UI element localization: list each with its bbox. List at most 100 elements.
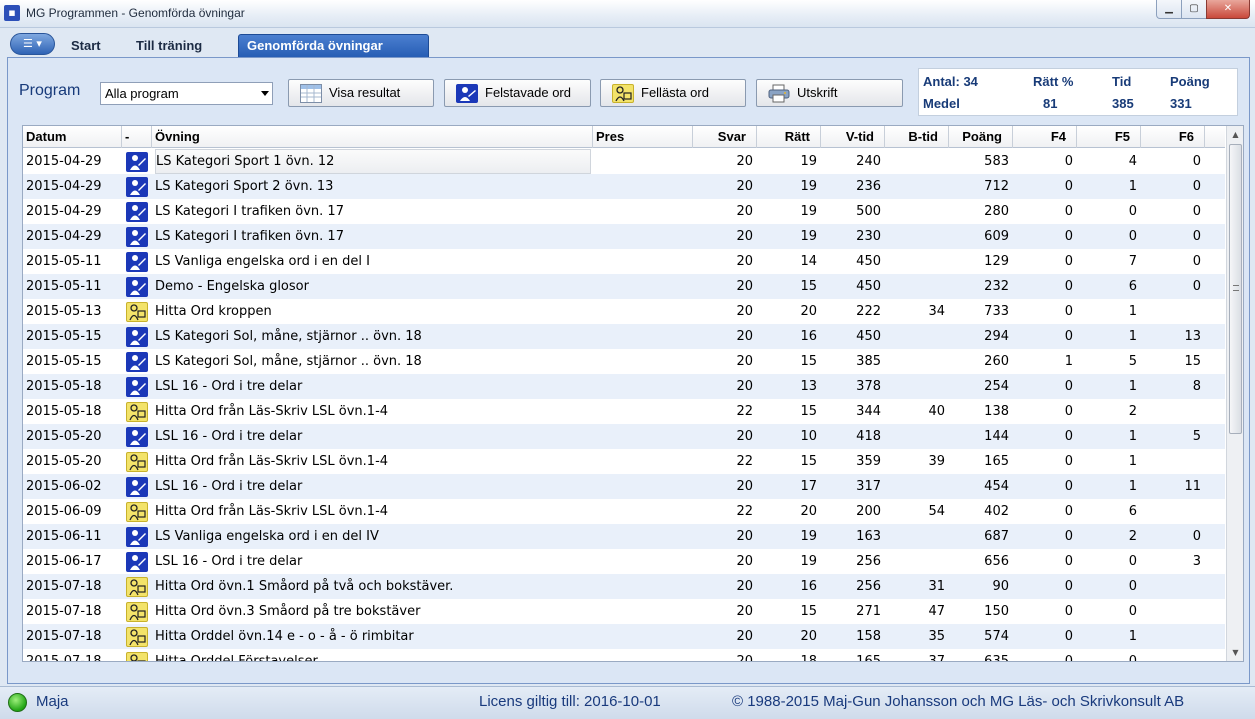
- cell-f5: 6: [1128, 279, 1137, 294]
- column-header-poang[interactable]: Poäng: [949, 126, 1013, 148]
- results-table[interactable]: Datum - Övning Pres Svar Rätt V-tid B-ti…: [22, 125, 1244, 662]
- status-bar: Maja Licens giltig till: 2016-10-01 © 19…: [0, 686, 1255, 719]
- cell-ratt: 15: [800, 279, 817, 294]
- cell-ovning: Hitta Orddel övn.14 e - o - å - ö rimbit…: [155, 629, 414, 644]
- column-header-pres[interactable]: Pres: [593, 126, 693, 148]
- table-row[interactable]: 2015-05-11 Demo - Engelska glosor 20 15 450 2…: [23, 274, 1225, 299]
- cell-f4: 0: [1064, 179, 1073, 194]
- table-row[interactable]: 2015-04-29 LS Kategori Sport 1 övn. 12 20 1…: [23, 149, 1225, 174]
- column-header-f4[interactable]: F4: [1013, 126, 1077, 148]
- table-row[interactable]: 2015-04-29 LS Kategori I trafiken övn. 17…: [23, 224, 1225, 249]
- table-row[interactable]: 2015-05-20 LSL 16 - Ord i tre delar 20 10 41…: [23, 424, 1225, 449]
- column-header-ratt[interactable]: Rätt: [757, 126, 821, 148]
- cell-poang: 574: [984, 629, 1009, 644]
- table-row[interactable]: 2015-05-15 LS Kategori Sol, måne, stjärno…: [23, 324, 1225, 349]
- column-header-datum[interactable]: Datum: [23, 126, 122, 148]
- fellasta-ord-button[interactable]: Fellästa ord: [600, 79, 746, 107]
- cell-f6: [1141, 499, 1201, 524]
- table-row[interactable]: 2015-05-13 Hitta Ord kroppen 20 20 222 34 733 0…: [23, 299, 1225, 324]
- column-header-ovning[interactable]: Övning: [152, 126, 593, 148]
- table-row[interactable]: 2015-05-15 LS Kategori Sol, måne, stjärno…: [23, 349, 1225, 374]
- table-row[interactable]: 2015-05-11 LS Vanliga engelska ord i en d…: [23, 249, 1225, 274]
- cell-svar: 20: [736, 254, 753, 269]
- cell-f5: 0: [1128, 654, 1137, 662]
- table-row[interactable]: 2015-07-18 Hitta Orddel Förstavelser 20 18 1…: [23, 649, 1225, 662]
- vertical-scrollbar[interactable]: ▲ ▼: [1226, 126, 1243, 661]
- medel-label: Medel: [923, 96, 960, 111]
- cell-b-tid: [885, 349, 945, 374]
- cell-f4: 0: [1064, 454, 1073, 469]
- felstavade-ord-label: Felstavade ord: [485, 85, 571, 100]
- cell-v-tid: 236: [856, 179, 881, 194]
- close-button[interactable]: ✕: [1206, 0, 1250, 19]
- cell-pres: [596, 374, 692, 399]
- column-header-type[interactable]: -: [122, 126, 152, 148]
- cell-f6: 8: [1192, 379, 1201, 394]
- writing-exercise-icon: [126, 377, 148, 397]
- visa-resultat-button[interactable]: Visa resultat: [288, 79, 434, 107]
- column-header-b-tid[interactable]: B-tid: [885, 126, 949, 148]
- writing-exercise-icon: [126, 202, 148, 222]
- cell-ovning: LSL 16 - Ord i tre delar: [155, 479, 303, 494]
- table-row[interactable]: 2015-05-18 Hitta Ord från Läs-Skriv LSL ö…: [23, 399, 1225, 424]
- table-row[interactable]: 2015-04-29 LS Kategori I trafiken övn. 17…: [23, 199, 1225, 224]
- table-row[interactable]: 2015-05-20 Hitta Ord från Läs-Skriv LSL ö…: [23, 449, 1225, 474]
- reading-person-yellow-icon: [612, 84, 634, 103]
- cell-f5: 0: [1128, 229, 1137, 244]
- cell-v-tid: 500: [856, 204, 881, 219]
- table-row[interactable]: 2015-06-11 LS Vanliga engelska ord i en d…: [23, 524, 1225, 549]
- scroll-down-icon[interactable]: ▼: [1227, 644, 1243, 661]
- minimize-button[interactable]: ▁: [1156, 0, 1182, 19]
- cell-pres: [596, 424, 692, 449]
- tab-start[interactable]: Start: [63, 36, 109, 58]
- cell-f6: 3: [1192, 554, 1201, 569]
- cell-f4: 0: [1064, 654, 1073, 662]
- column-header-f6[interactable]: F6: [1141, 126, 1205, 148]
- reading-exercise-icon: [126, 402, 148, 422]
- cell-datum: 2015-06-11: [26, 529, 102, 544]
- column-header-v-tid[interactable]: V-tid: [821, 126, 885, 148]
- table-row[interactable]: 2015-04-29 LS Kategori Sport 2 övn. 13 20 1…: [23, 174, 1225, 199]
- dropdown-arrow-icon: [261, 91, 269, 96]
- cell-f4: 0: [1064, 304, 1073, 319]
- cell-ratt: 15: [800, 604, 817, 619]
- cell-datum: 2015-04-29: [26, 229, 102, 244]
- cell-svar: 20: [736, 654, 753, 662]
- scroll-thumb[interactable]: [1229, 144, 1242, 434]
- table-row[interactable]: 2015-06-02 LSL 16 - Ord i tre delar 20 17 31…: [23, 474, 1225, 499]
- utskrift-label: Utskrift: [797, 85, 838, 100]
- column-header-svar[interactable]: Svar: [693, 126, 757, 148]
- cell-f5: 2: [1128, 529, 1137, 544]
- stats-box: Antal: 34 Medel Rätt % 81 Tid 385 Poäng …: [918, 68, 1238, 116]
- cell-datum: 2015-04-29: [26, 179, 102, 194]
- table-row[interactable]: 2015-06-17 LSL 16 - Ord i tre delar 20 19 25…: [23, 549, 1225, 574]
- table-row[interactable]: 2015-07-18 Hitta Ord övn.3 Småord på tre …: [23, 599, 1225, 624]
- cell-pres: [596, 449, 692, 474]
- table-row[interactable]: 2015-06-09 Hitta Ord från Läs-Skriv LSL ö…: [23, 499, 1225, 524]
- cell-f4: 0: [1064, 254, 1073, 269]
- cell-b-tid: [885, 424, 945, 449]
- tab-genomforda-ovningar[interactable]: Genomförda övningar: [238, 34, 429, 58]
- felstavade-ord-button[interactable]: Felstavade ord: [444, 79, 591, 107]
- cell-ovning: Demo - Engelska glosor: [155, 279, 309, 294]
- utskrift-button[interactable]: Utskrift: [756, 79, 903, 107]
- column-header-f5[interactable]: F5: [1077, 126, 1141, 148]
- maximize-button[interactable]: ▢: [1181, 0, 1207, 19]
- program-select[interactable]: Alla program: [100, 82, 273, 105]
- app-menu-button[interactable]: ☰ ▾: [10, 33, 55, 55]
- table-row[interactable]: 2015-07-18 Hitta Ord övn.1 Småord på två …: [23, 574, 1225, 599]
- status-license: Licens giltig till: 2016-10-01: [479, 693, 661, 710]
- cell-b-tid: [885, 199, 945, 224]
- cell-f4: 0: [1064, 229, 1073, 244]
- cell-f5: 0: [1128, 579, 1137, 594]
- table-row[interactable]: 2015-07-18 Hitta Orddel övn.14 e - o - å …: [23, 624, 1225, 649]
- scroll-up-icon[interactable]: ▲: [1227, 126, 1243, 143]
- cell-f6: [1141, 649, 1201, 661]
- cell-ratt: 20: [800, 504, 817, 519]
- table-row[interactable]: 2015-05-18 LSL 16 - Ord i tre delar 20 13 37…: [23, 374, 1225, 399]
- cell-f6: 15: [1184, 354, 1201, 369]
- cell-f4: 0: [1064, 404, 1073, 419]
- tab-till-traning[interactable]: Till träning: [128, 36, 210, 58]
- cell-svar: 22: [736, 504, 753, 519]
- window-title: MG Programmen - Genomförda övningar: [26, 6, 245, 20]
